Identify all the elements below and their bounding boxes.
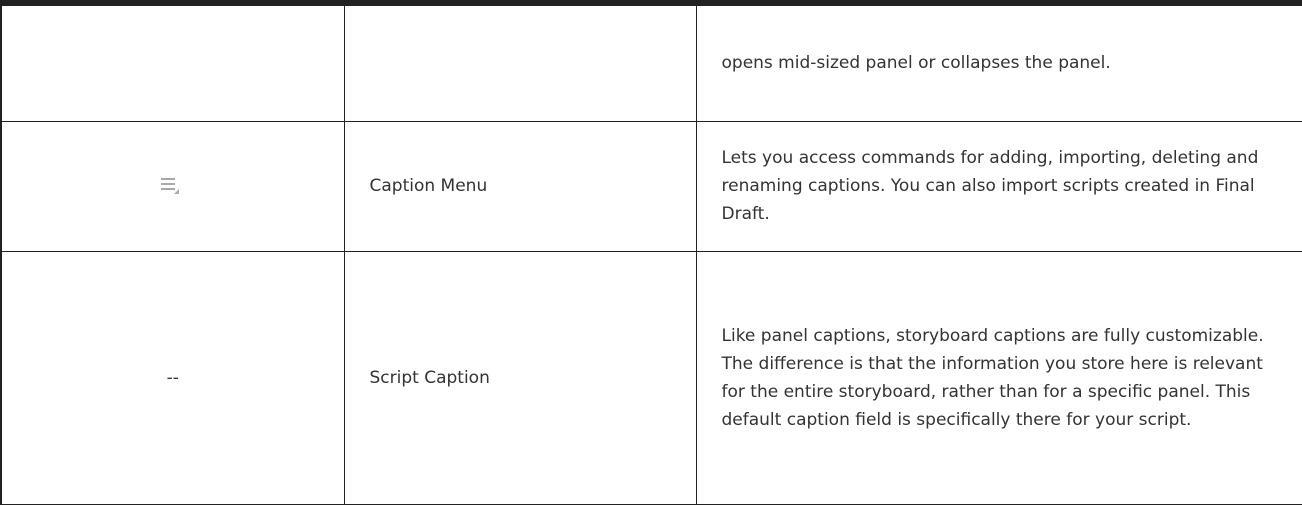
table-row: opens mid-sized panel or collapses the p… <box>0 0 1302 122</box>
description-cell: Lets you access commands for adding, imp… <box>695 121 1302 252</box>
row-description: Like panel captions, storyboard captions… <box>721 325 1264 430</box>
reference-table: opens mid-sized panel or collapses the p… <box>0 0 1302 505</box>
row-description: opens mid-sized panel or collapses the p… <box>721 53 1111 74</box>
description-cell: Like panel captions, storyboard captions… <box>695 251 1302 505</box>
table-row: -- Script Caption Like panel captions, s… <box>0 251 1302 505</box>
name-cell: Caption Menu <box>343 121 697 252</box>
description-cell: opens mid-sized panel or collapses the p… <box>695 0 1302 122</box>
row-name: Script Caption <box>369 367 490 388</box>
no-icon-placeholder: -- <box>166 367 179 388</box>
caption-menu-icon <box>160 175 186 197</box>
icon-cell <box>0 0 345 122</box>
name-cell: Script Caption <box>343 251 697 505</box>
icon-cell <box>0 121 345 252</box>
row-name: Caption Menu <box>369 176 488 196</box>
row-description: Lets you access commands for adding, imp… <box>721 148 1259 224</box>
icon-cell: -- <box>0 251 345 505</box>
table-row: Caption Menu Lets you access commands fo… <box>0 121 1302 252</box>
name-cell <box>343 0 697 122</box>
